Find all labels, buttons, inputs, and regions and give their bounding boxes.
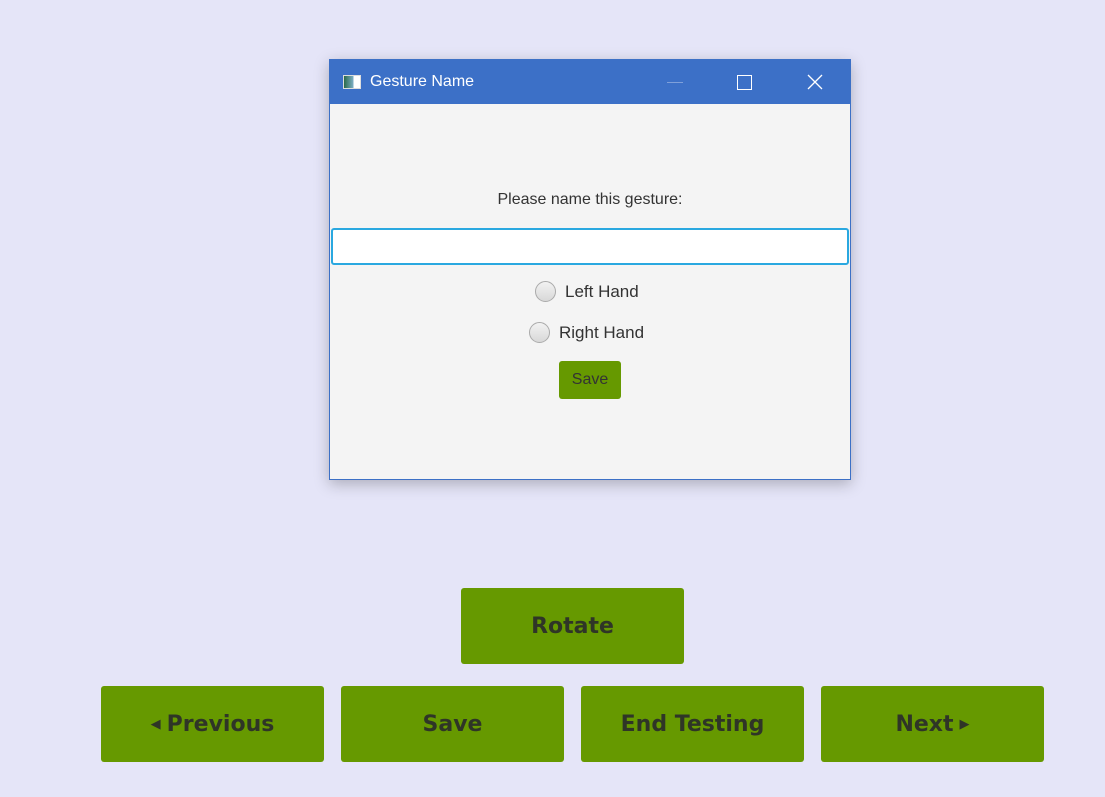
dialog-titlebar[interactable]: Gesture Name	[330, 60, 850, 104]
maximize-icon	[736, 74, 752, 90]
previous-label: Previous	[166, 711, 275, 737]
radio-circle[interactable]	[529, 322, 550, 343]
triangle-left-icon: ◀	[150, 716, 161, 732]
dialog-save-button[interactable]: Save	[559, 361, 621, 399]
radio-label: Left Hand	[565, 281, 639, 301]
end-testing-label: End Testing	[620, 711, 765, 737]
maximize-button[interactable]	[721, 60, 767, 104]
save-label: Save	[422, 711, 483, 737]
minimize-button[interactable]	[652, 60, 698, 104]
gesture-name-dialog: Gesture Name Please name this gesture: L…	[329, 59, 851, 480]
left-hand-radio[interactable]: Left Hand	[535, 281, 639, 302]
rotate-label: Rotate	[531, 613, 614, 639]
close-icon	[807, 74, 823, 90]
right-hand-radio[interactable]: Right Hand	[529, 322, 644, 343]
app-window-icon	[343, 75, 361, 89]
radio-label: Right Hand	[559, 322, 645, 342]
previous-button[interactable]: ◀ Previous	[101, 686, 324, 762]
triangle-right-icon: ▶	[959, 716, 970, 732]
prompt-label: Please name this gesture:	[497, 191, 683, 208]
next-label: Next	[895, 711, 954, 737]
gesture-name-input[interactable]	[331, 228, 849, 265]
radio-circle[interactable]	[535, 281, 556, 302]
dialog-title: Gesture Name	[370, 73, 475, 90]
next-button[interactable]: Next ▶	[821, 686, 1044, 762]
end-testing-button[interactable]: End Testing	[581, 686, 804, 762]
minimize-icon	[667, 81, 683, 83]
rotate-button[interactable]: Rotate	[461, 588, 684, 664]
close-button[interactable]	[792, 60, 838, 104]
save-button[interactable]: Save	[341, 686, 564, 762]
